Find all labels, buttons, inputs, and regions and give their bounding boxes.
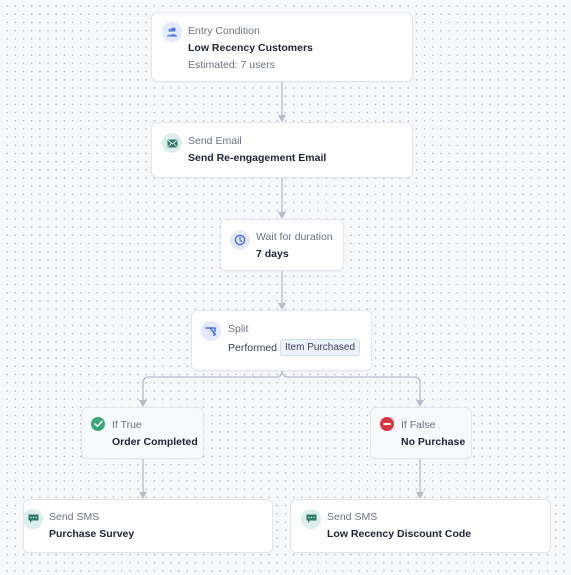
send-sms-node-false[interactable]: Send SMS Low Recency Discount Code: [290, 499, 551, 553]
arrowhead: [139, 400, 147, 407]
node-title: Low Recency Customers: [188, 42, 313, 54]
sms-icon: [301, 509, 321, 529]
send-sms-node-true[interactable]: Send SMS Purchase Survey: [23, 499, 273, 553]
node-title: Send Re-engagement Email: [188, 152, 327, 164]
node-title: Purchase Survey: [49, 528, 135, 540]
arrowhead: [278, 115, 286, 122]
wait-node[interactable]: Wait for duration 7 days: [220, 219, 344, 271]
split-condition-prefix: Performed: [228, 342, 278, 354]
arrowhead: [416, 400, 424, 407]
connector-split-branches: [142, 369, 421, 402]
flow-connectors: [139, 81, 424, 499]
node-type-label: Send SMS: [49, 511, 100, 523]
arrowhead: [278, 212, 286, 219]
sms-icon: [23, 509, 43, 529]
arrowhead: [416, 492, 424, 499]
node-type-label: Send SMS: [327, 511, 378, 523]
arrowhead: [278, 303, 286, 310]
node-type-label: Split: [228, 323, 249, 335]
node-type-label: Wait for duration: [256, 231, 333, 243]
node-type-label: Send Email: [188, 135, 242, 147]
branch-label: If False: [401, 419, 436, 431]
send-email-node[interactable]: Send Email Send Re-engagement Email: [151, 122, 413, 178]
check-circle-icon: [91, 417, 105, 431]
arrowhead: [139, 492, 147, 499]
if-true-branch[interactable]: If True Order Completed: [81, 407, 204, 459]
split-icon: [201, 321, 221, 341]
users-icon: [162, 22, 182, 42]
branch-title: No Purchase: [401, 436, 466, 448]
if-false-branch[interactable]: If False No Purchase: [370, 407, 472, 459]
node-title: Low Recency Discount Code: [327, 528, 472, 540]
envelope-icon: [162, 133, 182, 153]
entry-condition-node[interactable]: Entry Condition Low Recency Customers Es…: [151, 12, 413, 82]
branch-title: Order Completed: [112, 436, 198, 448]
minus-circle-icon: [380, 417, 394, 431]
split-node[interactable]: Split Performed Item Purchased: [191, 310, 372, 371]
split-condition-value[interactable]: Item Purchased: [280, 339, 361, 356]
node-type-label: Entry Condition: [188, 25, 260, 37]
branch-label: If True: [112, 419, 142, 431]
clock-icon: [230, 230, 250, 250]
wait-duration: 7 days: [256, 248, 289, 260]
estimated-users: Estimated: 7 users: [188, 59, 275, 71]
